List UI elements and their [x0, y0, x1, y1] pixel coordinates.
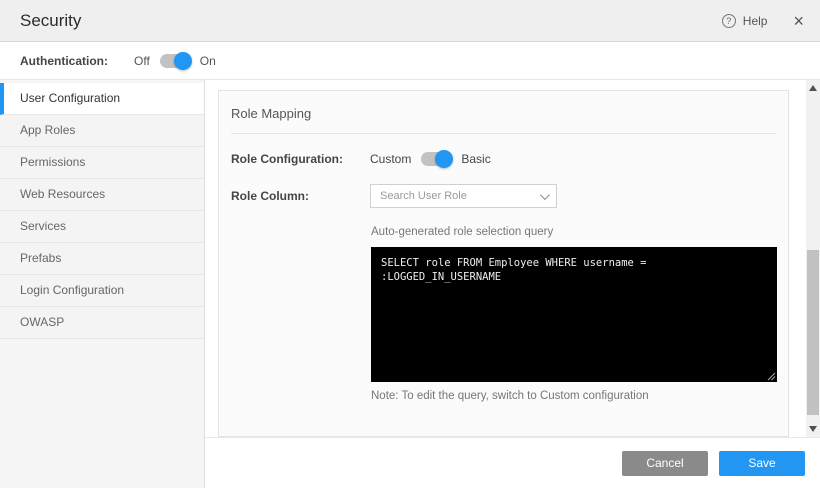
close-icon[interactable]: ×	[793, 12, 804, 30]
role-configuration-toggle-knob	[435, 150, 453, 168]
sidebar-item-owasp[interactable]: OWASP	[0, 307, 204, 339]
vertical-scrollbar[interactable]	[806, 80, 820, 437]
cancel-button[interactable]: Cancel	[622, 451, 708, 476]
authentication-toggle-group: Off On	[134, 54, 216, 68]
main-panel: Role Mapping Role Configuration: Custom …	[205, 80, 820, 488]
body: User Configuration App Roles Permissions…	[0, 80, 820, 488]
authentication-toggle[interactable]	[160, 54, 190, 68]
role-configuration-toggle[interactable]	[421, 152, 451, 166]
scrollbar-thumb[interactable]	[807, 250, 819, 415]
sidebar-item-prefabs[interactable]: Prefabs	[0, 243, 204, 275]
resize-grip-icon	[767, 372, 776, 381]
scroll-down-icon[interactable]	[809, 426, 817, 432]
window-header: Security ? Help ×	[0, 0, 820, 42]
authentication-bar: Authentication: Off On	[0, 42, 820, 80]
role-configuration-row: Role Configuration: Custom Basic	[231, 152, 776, 166]
query-note: Note: To edit the query, switch to Custo…	[371, 390, 776, 402]
authentication-toggle-knob	[174, 52, 192, 70]
sidebar-item-web-resources[interactable]: Web Resources	[0, 179, 204, 211]
custom-option-label: Custom	[370, 152, 411, 166]
sidebar: User Configuration App Roles Permissions…	[0, 80, 205, 488]
help-button[interactable]: ? Help	[722, 14, 768, 28]
sidebar-item-user-configuration[interactable]: User Configuration	[0, 83, 204, 115]
save-button[interactable]: Save	[719, 451, 805, 476]
query-textarea[interactable]: SELECT role FROM Employee WHERE username…	[371, 247, 777, 382]
authentication-label: Authentication:	[20, 54, 108, 68]
sidebar-item-login-configuration[interactable]: Login Configuration	[0, 275, 204, 307]
role-mapping-card: Role Mapping Role Configuration: Custom …	[218, 90, 789, 437]
authentication-on-label: On	[200, 54, 216, 68]
query-block: Auto-generated role selection query SELE…	[371, 226, 776, 402]
role-column-placeholder: Search User Role	[380, 190, 467, 202]
sidebar-item-app-roles[interactable]: App Roles	[0, 115, 204, 147]
section-divider	[231, 133, 776, 134]
help-label: Help	[743, 14, 768, 28]
footer-actions: Cancel Save	[205, 437, 820, 488]
scroll-up-icon[interactable]	[809, 85, 817, 91]
role-configuration-toggle-group: Custom Basic	[370, 152, 491, 166]
role-column-row: Role Column: Search User Role	[231, 184, 776, 208]
page-title: Security	[20, 11, 722, 31]
sidebar-item-services[interactable]: Services	[0, 211, 204, 243]
query-caption: Auto-generated role selection query	[371, 226, 776, 238]
basic-option-label: Basic	[461, 152, 490, 166]
role-column-label: Role Column:	[231, 189, 370, 203]
chevron-down-icon	[540, 190, 550, 200]
help-icon: ?	[722, 14, 736, 28]
section-title: Role Mapping	[219, 91, 788, 133]
authentication-off-label: Off	[134, 54, 150, 68]
role-column-dropdown[interactable]: Search User Role	[370, 184, 557, 208]
role-configuration-label: Role Configuration:	[231, 152, 370, 166]
sidebar-item-permissions[interactable]: Permissions	[0, 147, 204, 179]
